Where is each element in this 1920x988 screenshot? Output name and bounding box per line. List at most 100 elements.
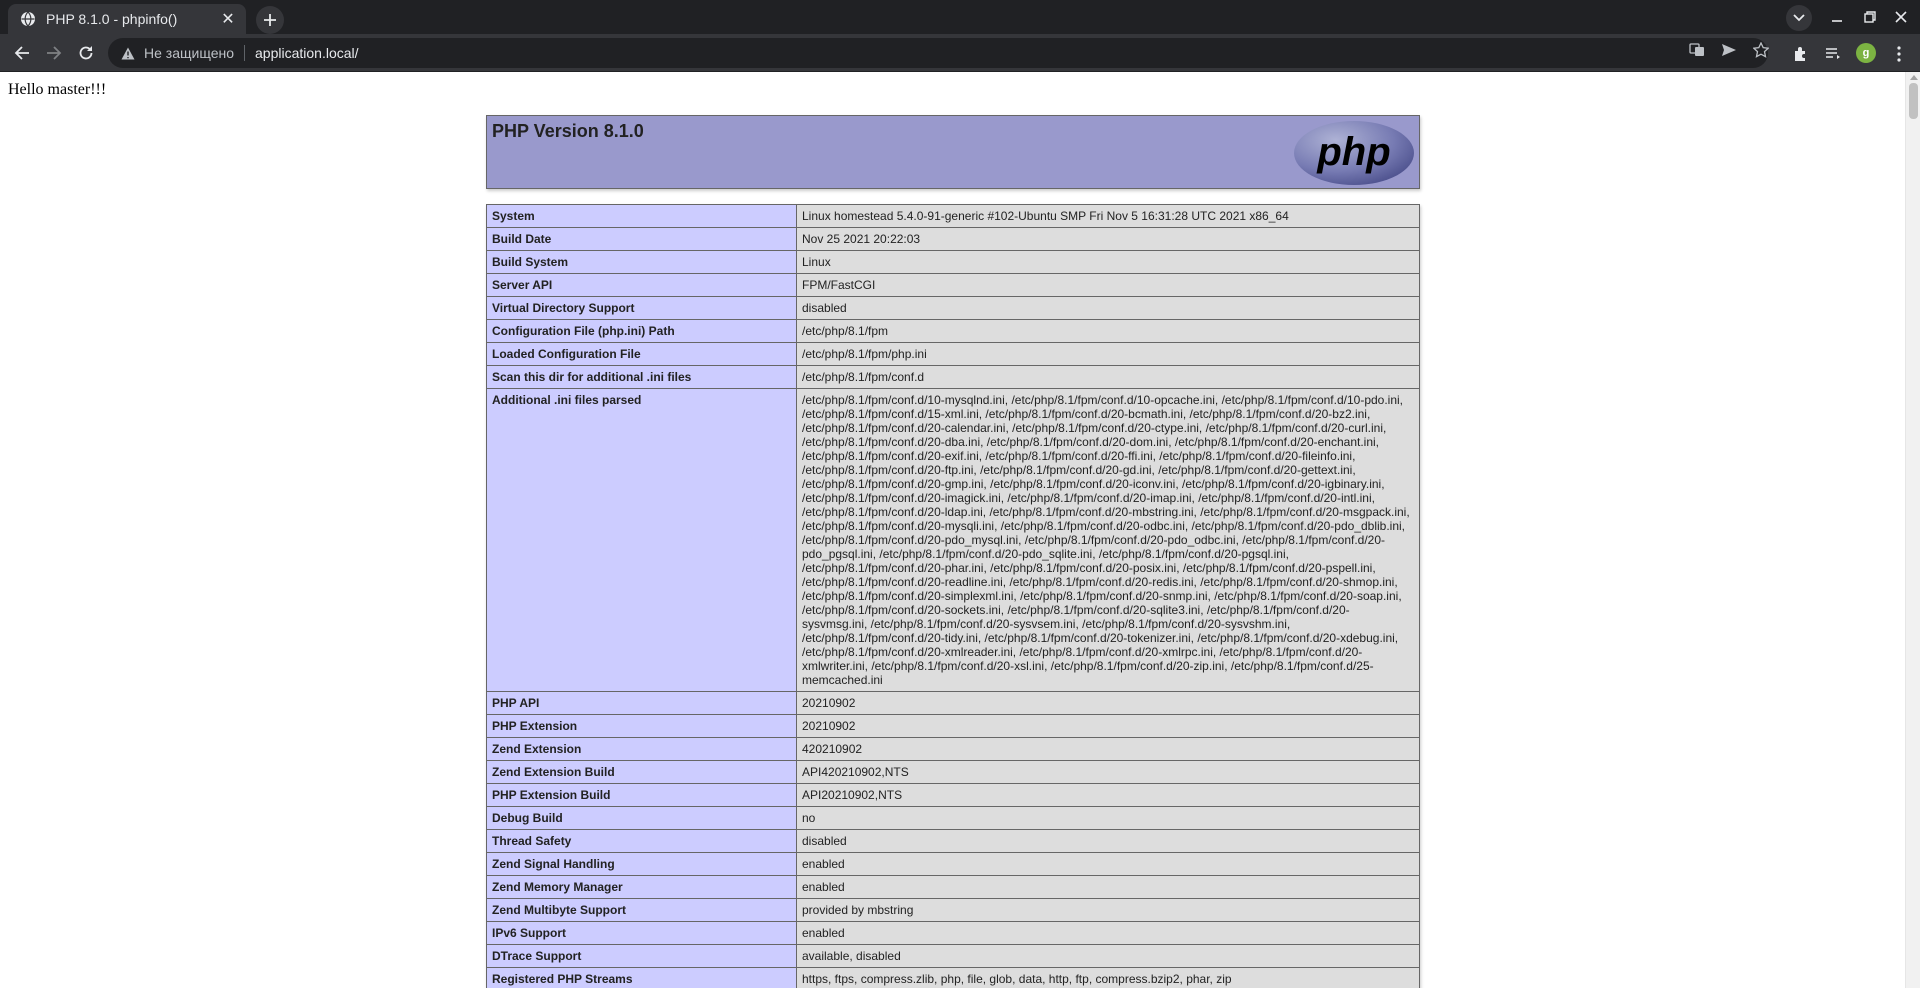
restore-icon [1864, 11, 1876, 23]
info-label: Configuration File (php.ini) Path [486, 319, 797, 343]
tab-search-button[interactable] [1786, 5, 1812, 31]
info-value: disabled [796, 829, 1420, 853]
info-row: Loaded Configuration File/etc/php/8.1/fp… [486, 342, 1420, 366]
back-button[interactable] [8, 39, 36, 67]
info-row: Zend Signal Handling enabled [486, 852, 1420, 876]
info-label: Zend Extension [486, 737, 797, 761]
info-value: /etc/php/8.1/fpm [796, 319, 1420, 343]
reading-list-icon[interactable] [1822, 43, 1844, 65]
php-logo-icon[interactable]: php [1293, 120, 1415, 186]
scrollbar-thumb[interactable] [1909, 83, 1918, 119]
close-icon [1895, 11, 1907, 23]
info-row: Zend Multibyte Support provided by mbstri… [486, 898, 1420, 922]
info-label: Zend Memory Manager [486, 875, 797, 899]
browser-toolbar: Не защищено application.local/ g [0, 34, 1920, 72]
not-secure-label[interactable]: Не защищено [144, 45, 234, 61]
info-value: 20210902 [796, 714, 1420, 738]
info-label: PHP Extension Build [486, 783, 797, 807]
page-viewport: Hello master!!! PHP Version 8.1.0 php Sy… [0, 72, 1905, 988]
info-table: System Linux homestead 5.4.0-91-generic #… [486, 204, 1420, 988]
info-row: PHP API 20210902 [486, 691, 1420, 715]
close-window-button[interactable] [1888, 4, 1914, 30]
restore-button[interactable] [1857, 4, 1883, 30]
tab-title: PHP 8.1.0 - phpinfo() [46, 11, 178, 27]
address-bar[interactable]: Не защищено application.local/ [108, 38, 1768, 68]
info-label: PHP API [486, 691, 797, 715]
info-row: Virtual Directory Support disabled [486, 296, 1420, 320]
info-value: /etc/php/8.1/fpm/conf.d [796, 365, 1420, 389]
php-version-title: PHP Version 8.1.0 [492, 121, 644, 141]
info-value: API20210902,NTS [796, 783, 1420, 807]
info-label: Debug Build [486, 806, 797, 830]
info-row: Build System Linux [486, 250, 1420, 274]
info-label: Server API [486, 273, 797, 297]
info-row: IPv6 Support enabled [486, 921, 1420, 945]
info-value: /etc/php/8.1/fpm/php.ini [796, 342, 1420, 366]
hello-text: Hello master!!! [8, 81, 107, 98]
scroll-up-arrow-icon[interactable] [1910, 75, 1918, 80]
info-value: Linux homestead 5.4.0-91-generic #102-Ub… [796, 204, 1420, 228]
info-label: Registered PHP Streams [486, 967, 797, 988]
info-label: DTrace Support [486, 944, 797, 968]
browser-tab[interactable]: PHP 8.1.0 - phpinfo() ✕ [8, 4, 246, 34]
info-label: Build Date [486, 227, 797, 251]
info-row: Scan this dir for additional .ini files /… [486, 365, 1420, 389]
url-text[interactable]: application.local/ [255, 45, 359, 61]
forward-button[interactable] [40, 39, 68, 67]
info-row: PHP Extension Build API20210902,NTS [486, 783, 1420, 807]
close-tab-icon[interactable]: ✕ [218, 9, 238, 29]
info-label: Virtual Directory Support [486, 296, 797, 320]
back-arrow-icon [14, 46, 29, 60]
info-label: Zend Signal Handling [486, 852, 797, 876]
info-label: PHP Extension [486, 714, 797, 738]
info-row: PHP Extension 20210902 [486, 714, 1420, 738]
info-value: FPM/FastCGI [796, 273, 1420, 297]
info-value: https, ftps, compress.zlib, php, file, g… [796, 967, 1420, 988]
info-row: Server API FPM/FastCGI [486, 273, 1420, 297]
extensions-puzzle-icon[interactable] [1790, 43, 1812, 65]
info-label: Zend Extension Build [486, 760, 797, 784]
info-label: IPv6 Support [486, 921, 797, 945]
globe-icon [20, 11, 36, 27]
tab-strip: PHP 8.1.0 - phpinfo() ✕ [0, 0, 1920, 34]
info-label: Zend Multibyte Support [486, 898, 797, 922]
menu-kebab-icon[interactable] [1888, 43, 1910, 65]
info-value: 20210902 [796, 691, 1420, 715]
bookmark-star-icon[interactable] [1752, 41, 1770, 59]
svg-text:php: php [1316, 130, 1390, 174]
info-row: Configuration File (php.ini) Path/etc/ph… [486, 319, 1420, 343]
info-row: System Linux homestead 5.4.0-91-generic #… [486, 204, 1420, 228]
info-row: Zend Extension 420210902 [486, 737, 1420, 761]
minimize-button[interactable] [1824, 4, 1850, 30]
info-row: Build Date Nov 25 2021 20:22:03 [486, 227, 1420, 251]
profile-avatar[interactable]: g [1856, 43, 1876, 63]
send-icon[interactable] [1720, 41, 1738, 59]
info-row: DTrace Support available, disabled [486, 944, 1420, 968]
chevron-down-icon [1793, 14, 1805, 22]
info-row: Registered PHP Streams https, ftps, compr… [486, 967, 1420, 988]
forward-arrow-icon [47, 46, 62, 60]
info-value: enabled [796, 875, 1420, 899]
page-scrollbar[interactable] [1905, 72, 1920, 988]
info-row: Thread Safety disabled [486, 829, 1420, 853]
info-value: available, disabled [796, 944, 1420, 968]
reload-button[interactable] [72, 39, 100, 67]
php-version-header: PHP Version 8.1.0 php [486, 115, 1420, 189]
info-label: Loaded Configuration File [486, 342, 797, 366]
info-value: disabled [796, 296, 1420, 320]
divider [244, 45, 245, 61]
info-label: Build System [486, 250, 797, 274]
new-tab-button[interactable] [256, 6, 284, 34]
info-row: Zend Extension Build API420210902,NTS [486, 760, 1420, 784]
info-value: enabled [796, 852, 1420, 876]
info-row: Additional .ini files parsed/etc/php/8.1… [486, 388, 1420, 692]
info-value: no [796, 806, 1420, 830]
translate-icon[interactable] [1688, 41, 1706, 59]
warning-icon[interactable] [120, 45, 136, 61]
info-label: System [486, 204, 797, 228]
info-value: API420210902,NTS [796, 760, 1420, 784]
info-value: /etc/php/8.1/fpm/conf.d/10-mysqlnd.ini, … [796, 388, 1420, 692]
info-label: Scan this dir for additional .ini files [486, 365, 797, 389]
info-value: 420210902 [796, 737, 1420, 761]
info-label: Additional .ini files parsed [486, 388, 797, 692]
